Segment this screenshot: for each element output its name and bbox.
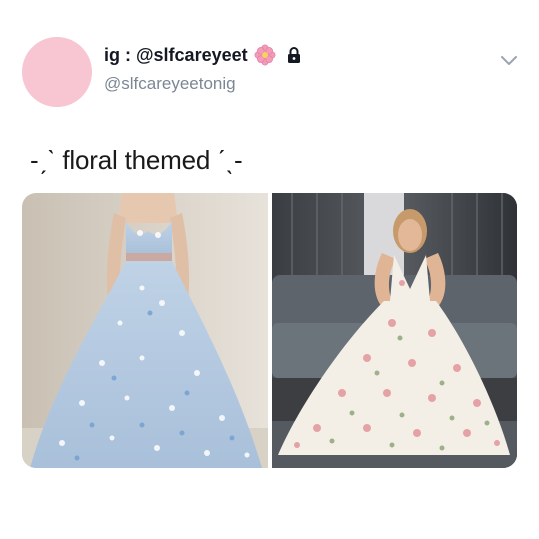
display-name-row[interactable]: ig : @slfcareyeet — [104, 44, 302, 66]
display-name[interactable]: ig : @slfcareyeet — [104, 45, 248, 66]
tweet-text: -ˏˋ floral themed ˊˎ- — [30, 145, 243, 175]
flower-icon — [254, 44, 276, 66]
user-handle[interactable]: @slfcareyeetonig — [104, 74, 236, 94]
chevron-down-icon[interactable] — [500, 54, 518, 66]
tweet-photo-white-gown[interactable] — [272, 193, 517, 468]
tweet-photo-blue-gown[interactable] — [22, 193, 268, 468]
avatar[interactable] — [22, 37, 92, 107]
lock-icon — [286, 46, 302, 64]
